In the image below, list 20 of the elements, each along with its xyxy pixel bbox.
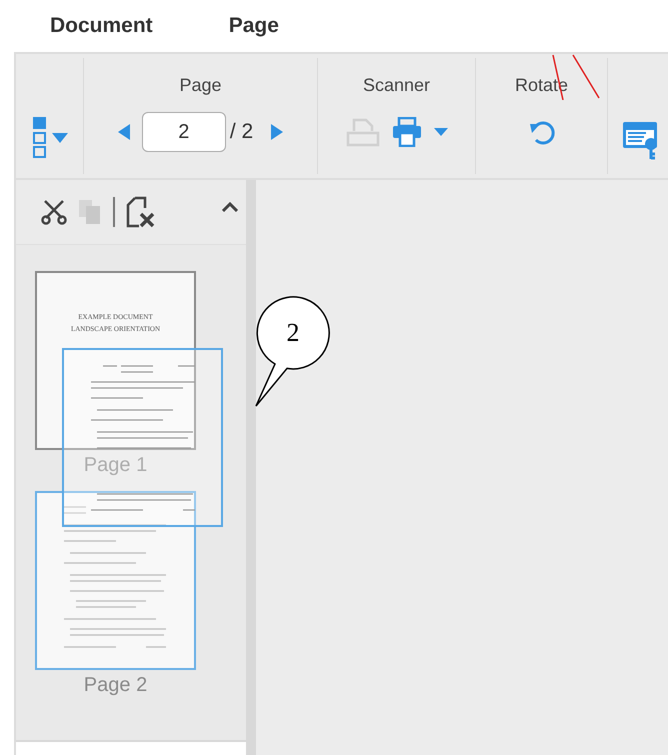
thumbnail-view-icon[interactable] — [32, 116, 48, 160]
group-label: Page — [179, 75, 222, 96]
dropdown-caret-icon[interactable] — [434, 128, 448, 136]
callout-number: 2 — [286, 318, 300, 348]
page-thumbnail[interactable] — [35, 491, 196, 670]
previous-page-icon[interactable] — [118, 124, 130, 140]
page-label: Page 1 — [84, 454, 148, 477]
form-key-icon[interactable] — [622, 120, 660, 160]
menu-item[interactable]: Document — [50, 14, 153, 38]
menu-item[interactable]: Page — [228, 14, 279, 38]
dropdown-caret-icon[interactable] — [52, 133, 68, 143]
page-label: Page 2 — [84, 674, 148, 697]
page-number-field[interactable]: 2 — [142, 112, 226, 152]
delete-page-icon[interactable] — [125, 196, 155, 228]
group-label: Scanner — [362, 75, 430, 96]
printer-icon[interactable] — [392, 117, 422, 147]
scissors-icon[interactable] — [41, 199, 67, 225]
page-total: / 2 — [230, 120, 254, 144]
collapse-caret-icon[interactable] — [222, 202, 238, 212]
next-page-icon[interactable] — [271, 124, 284, 140]
